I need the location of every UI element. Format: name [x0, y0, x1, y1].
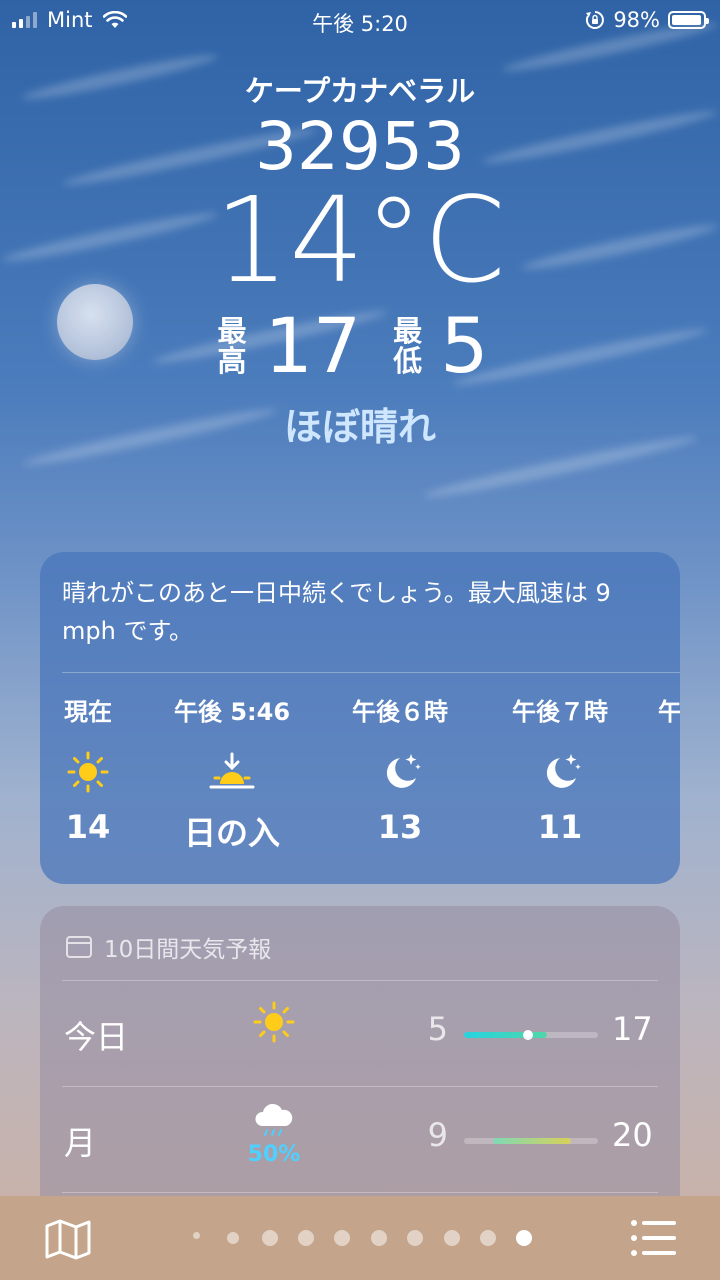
hour-item[interactable]: 午後７時 11 — [490, 692, 630, 846]
temperature-range-fill — [464, 1032, 548, 1038]
ten-day-header: 10日間天気予報 — [104, 937, 272, 963]
page-dot[interactable] — [480, 1230, 496, 1246]
forecast-summary: 晴れがこのあと一日中続くでしょう。最大風速は 9 mph です。 — [62, 579, 611, 645]
low-label: 最低 — [393, 314, 423, 378]
sunset-icon — [209, 752, 255, 789]
page-dot[interactable] — [371, 1230, 387, 1246]
page-indicator[interactable] — [0, 1196, 720, 1280]
hourly-forecast-card[interactable]: 晴れがこのあと一日中続くでしょう。最大風速は 9 mph です。 現在 14 午… — [40, 552, 680, 884]
moon-stars-icon — [386, 754, 421, 788]
daily-row[interactable]: 今日 5 17 — [40, 982, 680, 1086]
calendar-icon — [66, 936, 92, 958]
page-dot[interactable] — [334, 1230, 350, 1246]
location-arrow-icon — [193, 1232, 200, 1239]
hour-item[interactable]: 午後 5:46 日の入 — [162, 692, 302, 854]
condition-text: ほぼ晴れ — [283, 405, 436, 449]
hour-item[interactable]: 午後６時 13 — [330, 692, 470, 846]
hour-item[interactable]: 午 — [658, 692, 680, 732]
cloud-rain-icon — [255, 1103, 293, 1136]
high-temperature: 17 — [264, 301, 362, 390]
city-name: ケープカナベラル — [244, 74, 476, 108]
current-temp-marker — [523, 1030, 534, 1040]
page-dot[interactable] — [407, 1230, 423, 1246]
hourly-strip[interactable]: 現在 14 午後 5:46 日の入 午後６時 13 午後７時 11 午 — [40, 692, 680, 872]
page-dot-active[interactable] — [516, 1230, 532, 1246]
page-dot[interactable] — [262, 1230, 278, 1246]
low-temperature: 5 — [440, 301, 489, 390]
precipitation-chance: 50% — [247, 1142, 301, 1167]
sun-icon — [253, 1001, 295, 1043]
page-dot[interactable] — [298, 1230, 314, 1246]
moon-stars-icon — [546, 754, 581, 788]
high-low: 最高 17 最低 5 — [0, 306, 720, 386]
page-dot[interactable] — [227, 1232, 239, 1244]
sun-icon — [67, 751, 109, 793]
temperature-range-fill — [493, 1138, 572, 1144]
list-icon[interactable] — [630, 1218, 678, 1258]
temperature-range-bar — [464, 1138, 598, 1144]
orientation-lock-icon — [586, 11, 605, 29]
battery-icon — [668, 11, 709, 29]
page-dot[interactable] — [444, 1230, 460, 1246]
bottom-toolbar — [0, 1196, 720, 1280]
ten-day-forecast-card[interactable]: 10日間天気予報 今日 5 17 月 50% 9 20 — [40, 906, 680, 1236]
battery-percent: 98% — [613, 8, 660, 32]
daily-row[interactable]: 月 50% 9 20 — [40, 1088, 680, 1192]
status-bar: Mint 午後 5:20 98% — [0, 0, 720, 40]
hour-item[interactable]: 現在 14 — [40, 692, 158, 846]
current-temperature: 14°C — [214, 171, 506, 309]
high-label: 最高 — [217, 314, 247, 378]
temperature-range-bar — [464, 1030, 598, 1040]
